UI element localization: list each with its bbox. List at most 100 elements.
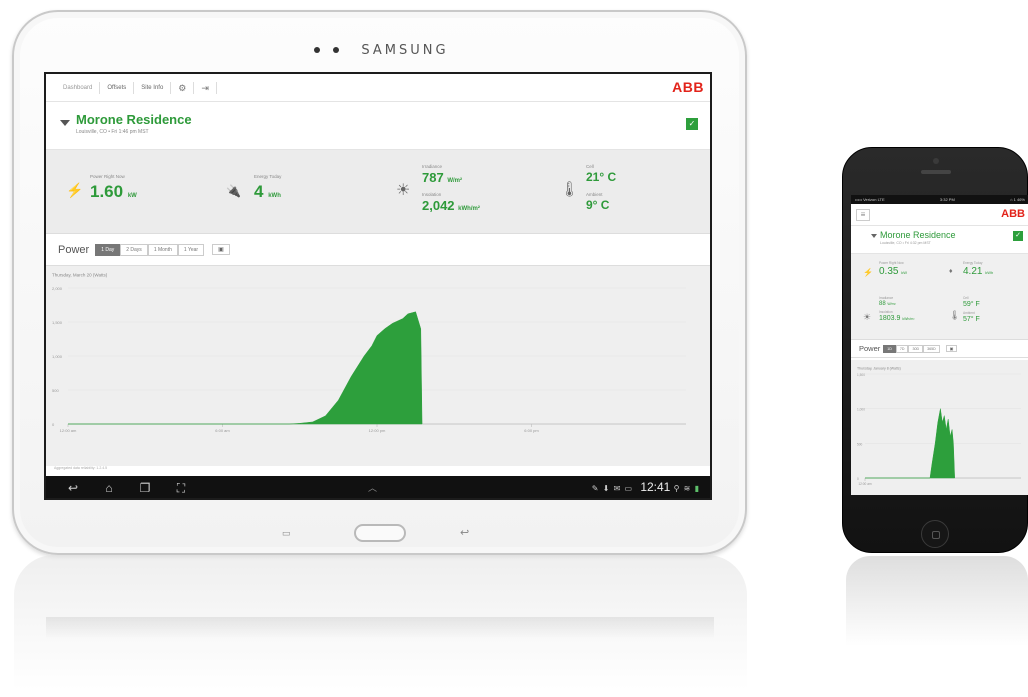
- tab-site-info[interactable]: Site Info: [134, 81, 172, 94]
- y-tick-label: 500: [52, 388, 59, 393]
- range-7d[interactable]: 7D: [895, 344, 909, 353]
- phone-screen: ••••• Verizon LTE 3:32 PM ⌂ 1 46% ≡ ABB …: [851, 195, 1028, 495]
- power-chart: Thursday, March 20 (Watts)05001,0001,500…: [46, 266, 710, 466]
- home-button[interactable]: [354, 524, 406, 542]
- power-now-value: 0.35 kW: [879, 266, 908, 277]
- energy-today-label: Energy Today: [254, 174, 282, 179]
- battery-text: ⌂ 1 46%: [1010, 197, 1025, 202]
- irradiance-label: Irradiance: [879, 296, 894, 300]
- phone-status-bar: ••••• Verizon LTE 3:32 PM ⌂ 1 46%: [851, 195, 1028, 204]
- tab-dashboard[interactable]: Dashboard: [56, 81, 101, 94]
- tab-offsets[interactable]: Offsets: [100, 81, 135, 94]
- camera-icon[interactable]: ▣: [212, 244, 230, 255]
- energy-today-label: Energy Today: [963, 261, 983, 265]
- abb-logo: ABB: [672, 79, 704, 95]
- x-tick-label: 12:00 pm: [369, 428, 386, 433]
- range-30d[interactable]: 30D: [908, 344, 924, 353]
- site-name[interactable]: Morone Residence: [76, 112, 192, 127]
- y-tick-label: 0: [857, 477, 859, 481]
- home-square-icon: [932, 531, 940, 539]
- y-tick-label: 1,000: [857, 408, 865, 412]
- site-name[interactable]: Morone Residence: [880, 230, 956, 240]
- site-subtitle: Louisville, CO • Fri 4:32 pm MST: [880, 241, 931, 245]
- back-key-icon[interactable]: ↩: [460, 526, 469, 539]
- range-365d[interactable]: 365D: [923, 344, 940, 353]
- gear-icon[interactable]: ⚙: [171, 81, 195, 94]
- camera-icon: [314, 46, 321, 53]
- range-1-year[interactable]: 1 Year: [177, 243, 205, 256]
- phone-stats-panel: ⚡ Power Right Now 0.35 kW ♦ Energy Today…: [851, 254, 1028, 340]
- back-icon[interactable]: ↩: [64, 481, 82, 495]
- power-now-value: 1.60 kW: [90, 182, 137, 201]
- tablet-device: SAMSUNG Dashboard Offsets Site Info ⚙ ⇥ …: [12, 10, 747, 555]
- camera-icon[interactable]: ▣: [945, 345, 958, 352]
- power-now-label: Power Right Now: [90, 174, 125, 179]
- chart-title: Thursday, March 20 (Watts): [52, 273, 108, 278]
- hamburger-menu-icon[interactable]: ≡: [856, 209, 870, 221]
- y-tick-label: 1,500: [52, 320, 63, 325]
- power-heading: Power: [58, 243, 90, 256]
- home-icon[interactable]: ⌂: [100, 481, 118, 495]
- tablet-hardware-buttons: ▭ ↩: [14, 522, 745, 546]
- power-heading: Power: [859, 344, 881, 353]
- x-tick-label: 12:00 am: [60, 428, 77, 433]
- range-1d[interactable]: 1D: [883, 344, 896, 353]
- site-checkbox[interactable]: ✓: [686, 118, 698, 130]
- status-area: ✎ ⬇ ✉ ▭ 12:41 ⚲ ≋ ▮: [591, 480, 700, 494]
- site-subtitle: Louisville, CO • Fri 1:46 pm MST: [76, 129, 149, 135]
- phone-header: ≡ ABB: [851, 204, 1028, 226]
- logout-icon[interactable]: ⇥: [194, 81, 217, 94]
- sensor-icon: [332, 46, 339, 53]
- sun-icon: ☀: [863, 312, 872, 322]
- status-time: 3:32 PM: [939, 197, 955, 202]
- energy-today-value: 4.21 kWh: [963, 266, 994, 277]
- phone-site-header: Morone Residence Louisville, CO • Fri 4:…: [851, 226, 1028, 254]
- tablet-reflection: [14, 555, 747, 690]
- abb-logo: ABB: [1001, 208, 1025, 220]
- irradiance-label: Irradiance: [422, 164, 443, 169]
- phone-power-chart: Thursday, January 8 (Watts) 0 500 1,000 1,50…: [851, 360, 1028, 495]
- carrier-text: ••••• Verizon LTE: [855, 197, 885, 202]
- clock-time: 12:41: [640, 480, 671, 494]
- reliability-footer: Aggregated data reliability: 1.2.4.5: [54, 466, 108, 470]
- irradiance-value: 88 W/m²: [879, 301, 896, 307]
- range-1-month[interactable]: 1 Month: [147, 243, 178, 256]
- power-range-bar: Power 1 Day 2 Days 1 Month 1 Year ▣: [46, 234, 710, 266]
- stats-panel: ⚡ Power Right Now 1.60 kW 🔌 Energy Today…: [46, 150, 710, 234]
- recent-apps-icon[interactable]: ❐: [136, 481, 154, 495]
- ambient-temp-label: Ambient: [963, 311, 975, 315]
- cell-temp-label: Cell: [963, 296, 969, 300]
- chevron-up-icon[interactable]: ︿: [368, 481, 377, 494]
- insolation-value: 1803.9 kWh/m²: [879, 315, 915, 322]
- screenshot-icon[interactable]: ⛶: [172, 481, 190, 496]
- cell-temp-value: 21° C: [586, 170, 617, 184]
- collapse-caret-icon[interactable]: [871, 234, 877, 238]
- top-nav-bar: Dashboard Offsets Site Info ⚙ ⇥ ABB: [46, 74, 710, 102]
- insolation-label: Insolation: [422, 192, 442, 197]
- phone-reflection: [846, 556, 1028, 646]
- energy-today-value: 4 kWh: [254, 182, 281, 201]
- chart-title: Thursday, January 8 (Watts): [857, 367, 901, 371]
- irradiance-value: 787 W/m²: [422, 170, 462, 185]
- insolation-value: 2,042 kWh/m²: [422, 198, 480, 213]
- x-tick-label: 12:00 am: [858, 482, 872, 486]
- device-brand: SAMSUNG: [361, 43, 449, 59]
- lightning-icon: ⚡: [863, 268, 873, 277]
- ambient-temp-value: 9° C: [586, 198, 610, 212]
- cell-temp-value: 59° F: [963, 301, 980, 308]
- site-checkbox[interactable]: ✓: [1013, 231, 1023, 241]
- x-tick-label: 6:00 pm: [524, 428, 539, 433]
- range-1-day[interactable]: 1 Day: [95, 243, 121, 256]
- x-tick-label: 6:00 am: [215, 428, 230, 433]
- speaker-grille: [921, 170, 951, 174]
- ambient-temp-value: 57° F: [963, 316, 980, 323]
- y-tick-label: 2,000: [52, 286, 63, 291]
- collapse-caret-icon[interactable]: [60, 120, 70, 126]
- phone-home-button[interactable]: [921, 520, 949, 548]
- lightning-icon: ⚡: [66, 182, 84, 198]
- android-nav-bar: ↩ ⌂ ❐ ⛶ ︿ ✎ ⬇ ✉ ▭ 12:41 ⚲ ≋ ▮: [46, 476, 710, 498]
- range-2-days[interactable]: 2 Days: [120, 243, 148, 256]
- phone-device: ••••• Verizon LTE 3:32 PM ⌂ 1 46% ≡ ABB …: [842, 147, 1028, 553]
- tablet-top-bezel: SAMSUNG: [14, 42, 745, 60]
- menu-key-icon[interactable]: ▭: [282, 528, 291, 539]
